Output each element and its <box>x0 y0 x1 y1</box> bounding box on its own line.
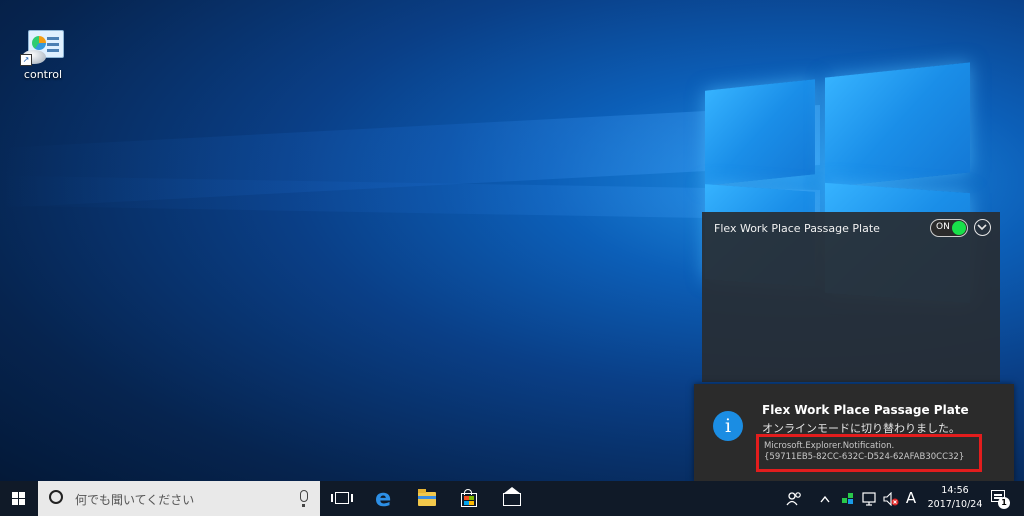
toast-source-line: Microsoft.Explorer.Notification. <box>764 441 895 451</box>
windows-logo-icon <box>12 492 26 506</box>
action-center-button[interactable]: 1 <box>986 481 1024 516</box>
file-explorer-icon <box>418 489 436 506</box>
show-hidden-icons-button[interactable] <box>816 481 834 516</box>
wallpaper-light-beam <box>0 175 820 220</box>
chevron-down-icon <box>977 224 987 231</box>
taskbar: 何でも聞いてください e A 14:56 2017/10/24 1 <box>0 481 1024 516</box>
people-button[interactable] <box>783 481 807 516</box>
ime-indicator[interactable]: A <box>902 481 920 516</box>
task-view-button[interactable] <box>321 481 363 516</box>
volume-muted-icon <box>883 492 899 506</box>
people-icon <box>786 492 801 506</box>
toggle-knob <box>952 221 966 235</box>
toast-source-highlight: Microsoft.Explorer.Notification. {59711E… <box>756 434 982 472</box>
edge-icon: e <box>375 484 392 512</box>
online-toggle[interactable]: ON <box>930 219 968 237</box>
edge-button[interactable]: e <box>362 481 404 516</box>
flex-work-place-tray-icon <box>842 493 853 504</box>
clock-time: 14:56 <box>941 485 969 496</box>
clock[interactable]: 14:56 2017/10/24 <box>926 484 984 512</box>
store-button[interactable] <box>447 481 489 516</box>
toast-title: Flex Work Place Passage Plate <box>762 403 969 417</box>
info-icon: i <box>713 411 743 441</box>
network-button[interactable] <box>860 481 880 516</box>
volume-button[interactable] <box>882 481 900 516</box>
toast-notification[interactable]: i Flex Work Place Passage Plate オンラインモード… <box>694 384 1014 482</box>
toast-source-line: {59711EB5-82CC-632C-D524-62AFAB30CC32} <box>764 452 965 462</box>
app-tray-button[interactable] <box>838 481 858 516</box>
desktop-icon-label: control <box>23 68 63 81</box>
file-explorer-button[interactable] <box>405 481 447 516</box>
search-box[interactable]: 何でも聞いてください <box>38 481 320 516</box>
panel-title: Flex Work Place Passage Plate <box>714 222 880 235</box>
toggle-label: ON <box>936 222 950 232</box>
network-icon <box>862 492 876 506</box>
notification-count-badge: 1 <box>998 497 1010 509</box>
chevron-up-icon <box>820 496 830 503</box>
mail-button[interactable] <box>490 481 532 516</box>
cortana-icon <box>49 490 63 504</box>
search-placeholder: 何でも聞いてください <box>75 493 195 507</box>
app-status-panel: Flex Work Place Passage Plate ON <box>702 212 1000 382</box>
clock-date: 2017/10/24 <box>927 499 983 510</box>
shortcut-arrow-icon: ↗ <box>20 54 32 66</box>
wallpaper-light-beam <box>0 105 820 208</box>
start-button[interactable] <box>0 481 38 516</box>
expand-button[interactable] <box>974 219 991 236</box>
desktop-icon-control[interactable]: ↗ control <box>14 28 72 81</box>
control-panel-icon: ↗ <box>20 28 64 66</box>
microphone-icon[interactable] <box>300 490 308 507</box>
